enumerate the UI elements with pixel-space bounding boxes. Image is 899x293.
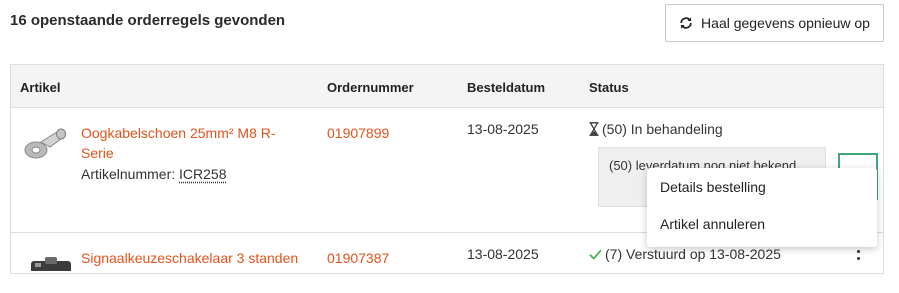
menu-item-artikel-annuleren[interactable]: Artikel annuleren	[660, 216, 765, 232]
row-actions-menu: Details bestelling Artikel annuleren	[647, 168, 877, 247]
status: (50) In behandeling	[589, 121, 723, 137]
article-number-label: Artikelnummer:	[81, 166, 180, 182]
page-title: 16 openstaande orderregels gevonden	[10, 12, 286, 29]
article-number: Artikelnummer: ICR258	[81, 166, 227, 182]
article-code: ICR258	[179, 166, 227, 182]
table-header: Artikel Ordernummer Besteldatum Status	[11, 65, 883, 108]
status: (7) Verstuurd op 13-08-2025	[589, 246, 781, 262]
refresh-icon	[679, 16, 701, 30]
order-date: 13-08-2025	[467, 246, 539, 262]
row-actions-button[interactable]	[850, 243, 866, 273]
status-text: (7) Verstuurd op 13-08-2025	[605, 246, 781, 262]
order-date: 13-08-2025	[467, 121, 539, 137]
order-number-link[interactable]: 01907387	[327, 250, 389, 266]
refresh-button[interactable]: Haal gegevens opnieuw op	[665, 4, 884, 42]
column-header-status: Status	[589, 80, 629, 95]
checkmark-icon	[589, 249, 602, 260]
product-link[interactable]: Signaalkeuzeschakelaar 3 standen	[81, 248, 321, 268]
product-image	[23, 124, 69, 167]
column-header-artikel: Artikel	[20, 80, 61, 95]
product-link[interactable]: Oogkabelschoen 25mm² M8 R-Serie	[81, 123, 291, 163]
hourglass-icon	[589, 122, 599, 136]
status-text: (50) In behandeling	[602, 121, 723, 137]
order-number-link[interactable]: 01907899	[327, 125, 389, 141]
column-header-ordernummer: Ordernummer	[327, 80, 414, 95]
menu-item-details-bestelling[interactable]: Details bestelling	[660, 179, 766, 195]
column-header-besteldatum: Besteldatum	[467, 80, 546, 95]
refresh-label: Haal gegevens opnieuw op	[701, 15, 870, 31]
